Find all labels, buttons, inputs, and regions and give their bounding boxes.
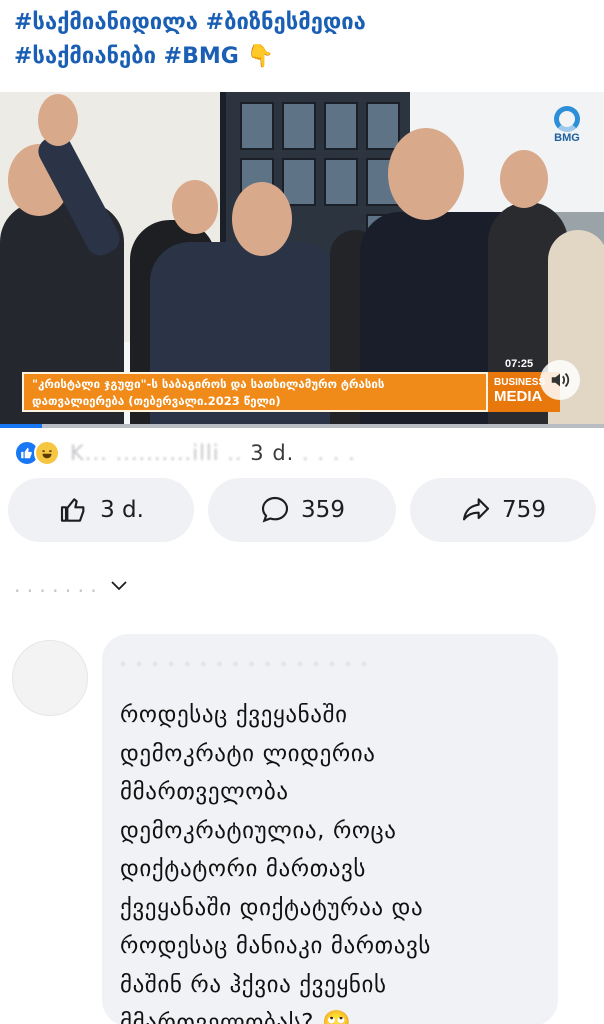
share-count: 759 [502, 497, 546, 523]
hashtag-line-2[interactable]: #საქმიანები #BMG [14, 44, 239, 69]
obscured-reactor-names-2: ..........illi .. [115, 441, 243, 465]
video-caption: "კრისტალი ჯგუფი"-ს საბაგიროს და სათხილამ… [22, 372, 488, 412]
obscured-reaction-tail: . . . . [302, 441, 356, 465]
comment-text: როდესაც ქვეყანაში დემოკრატი ლიდერია მმარ… [120, 702, 431, 1024]
haha-reaction-icon [34, 440, 60, 466]
comments-sort-selector[interactable]: . . . . . . . [14, 570, 131, 600]
reactions-summary[interactable]: K... ..........illi .. 3 d. . . . . [14, 438, 356, 468]
comment-bubble-icon [261, 496, 289, 523]
video-person-head [500, 150, 548, 208]
video-timecode: 07:25 [505, 358, 534, 370]
thumbs-up-icon [60, 498, 85, 522]
chevron-down-icon [111, 581, 127, 591]
obscured-reactor-names: K... [70, 441, 108, 465]
video-progress-fill [0, 424, 43, 428]
post-text: #საქმიანიდილა #ბიზნესმედია #საქმიანები #… [14, 6, 594, 74]
bmg-logo-icon: BMG [544, 106, 590, 150]
video-person-head [388, 128, 464, 220]
point-down-emoji: 👇 [246, 44, 274, 69]
hashtag-line-1[interactable]: #საქმიანიდილა #ბიზნესმედია [14, 10, 366, 35]
speaker-icon[interactable] [540, 360, 580, 400]
video-person-head [232, 182, 292, 256]
share-button[interactable]: 759 [410, 478, 596, 542]
video-person-head [38, 94, 78, 146]
obscured-sort-label: . . . . . . . [14, 573, 97, 597]
like-button-label: 3 d. [100, 497, 144, 523]
reaction-time: 3 d. [250, 441, 295, 465]
commenter-avatar[interactable] [12, 640, 88, 716]
share-arrow-icon [462, 498, 490, 521]
comment-author-name[interactable]: . . . . . . . . . . . . . . . . [120, 648, 540, 674]
post-actions: 3 d. 359 759 [0, 478, 604, 542]
video-person-head [172, 180, 218, 234]
video-progress-bar[interactable] [0, 424, 604, 428]
comment-count: 359 [301, 497, 345, 523]
comment-bubble: . . . . . . . . . . . . . . . . როდესაც … [102, 634, 558, 1024]
like-button[interactable]: 3 d. [8, 478, 194, 542]
bmg-logo-text: BMG [554, 132, 580, 144]
video-player[interactable]: BMG 07:25 "კრისტალი ჯგუფი"-ს საბაგიროს დ… [0, 92, 604, 428]
comment-button[interactable]: 359 [208, 478, 396, 542]
